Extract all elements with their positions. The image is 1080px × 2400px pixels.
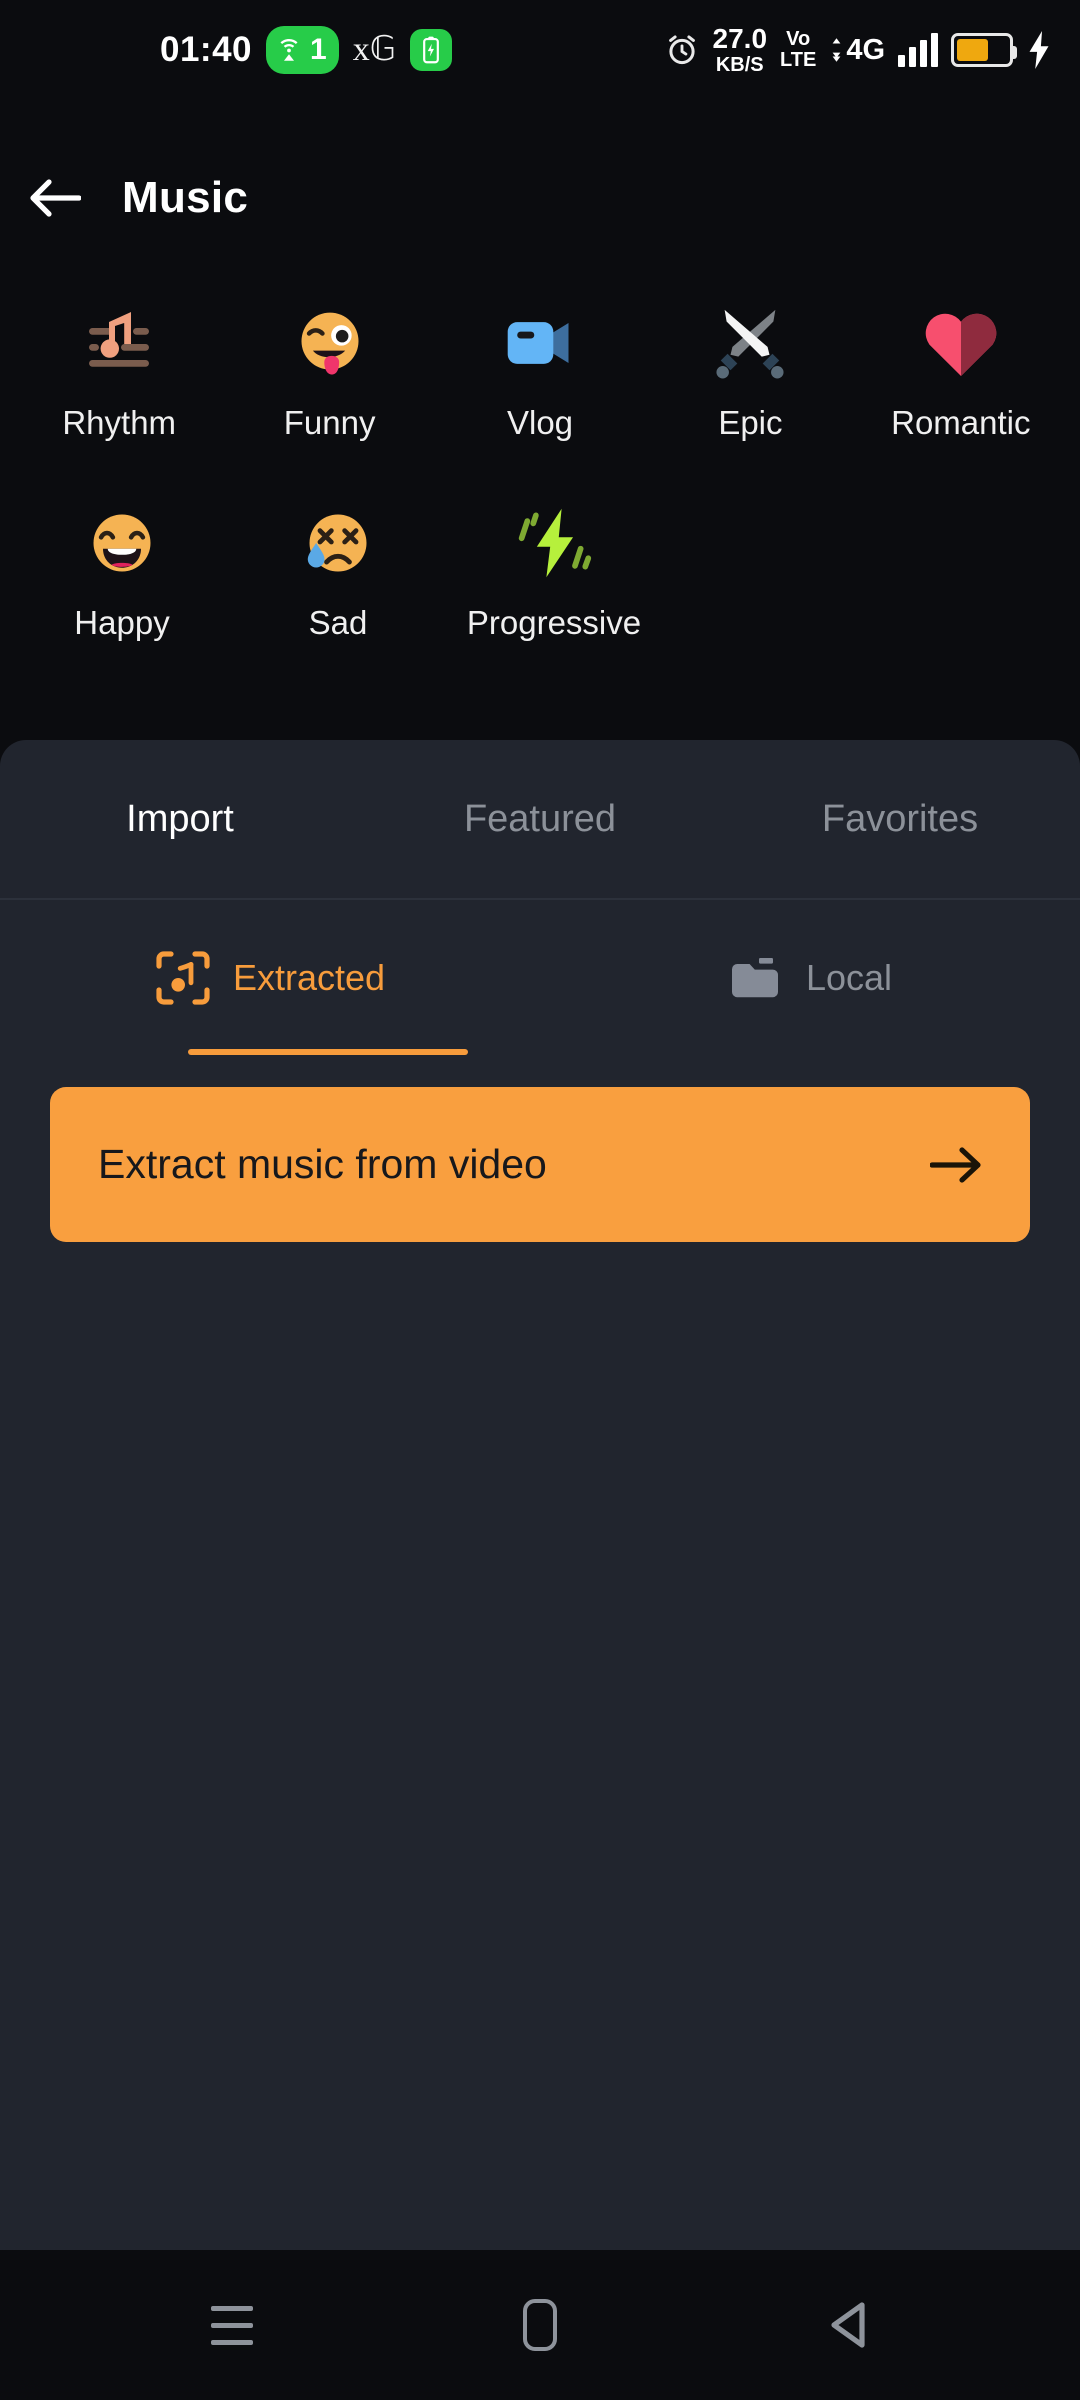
folder-icon [731,957,778,997]
home-button[interactable] [495,2280,585,2370]
app-bar: Music [0,150,1080,245]
battery-fill [957,39,988,61]
category-label: Happy [74,604,170,641]
category-grid: Rhythm Funny Vlog Epic Romantic Happy Sa… [0,280,1080,642]
funny-winking-tongue-emoji-icon [287,300,373,386]
romantic-glyph [925,313,997,376]
hotspot-count: 1 [310,33,327,66]
subtab-extracted[interactable]: Extracted [0,900,540,1055]
battery-icon [951,33,1017,67]
category-label: Epic [718,404,783,441]
system-navigation-bar [0,2250,1080,2400]
nav-back-button[interactable] [803,2280,893,2370]
network-speed: 27.0 KB/S [712,23,768,76]
status-bar-right: 27.0 KB/S Vo LTE 4G [664,25,1052,75]
tab-featured[interactable]: Featured [360,798,720,841]
network-speed-value: 27.0 [712,23,768,54]
category-epic[interactable]: Epic [645,280,855,442]
funny-glyph [301,312,359,375]
extract-music-from-video-button[interactable]: Extract music from video [50,1087,1030,1242]
network-speed-unit: KB/S [715,54,764,76]
home-icon [523,2299,557,2351]
extract-button-label: Extract music from video [98,1141,547,1187]
category-label: Rhythm [62,404,177,441]
charging-bolt-icon [1029,31,1049,69]
category-rhythm[interactable]: Rhythm [14,280,224,442]
wifi-hotspot-icon: 1 [266,26,339,74]
category-progressive[interactable]: Progressive [446,480,662,642]
category-sad[interactable]: Sad [230,480,446,642]
hotspot-glyph [280,38,298,61]
subtab-active-underline [188,1049,468,1055]
category-funny[interactable]: Funny [224,280,434,442]
rhythm-glyph [89,312,150,367]
status-bar: 01:40 1 x𝔾 27.0 KB/S Vo LTE 4G [0,0,1080,100]
category-row-2: Happy Sad Progressive [14,480,1066,642]
sad-glyph [307,514,367,572]
category-row-1: Rhythm Funny Vlog Epic Romantic [14,280,1066,442]
back-arrow-icon [30,178,81,217]
progressive-lightning-bolt-icon [511,500,597,586]
volte-top: Vo [786,28,811,50]
extracted-scan-music-icon [156,950,210,1005]
category-label: Progressive [466,604,642,641]
network-type-label: 4G [846,33,885,66]
category-happy[interactable]: Happy [14,480,230,642]
epic-crossed-swords-icon [707,300,793,386]
alarm-clock-icon [668,35,695,65]
volte-bottom: LTE [780,49,817,71]
page-title: Music [122,172,249,222]
category-label: Romantic [891,404,1031,441]
recents-menu-icon [211,2305,253,2345]
category-romantic[interactable]: Romantic [856,280,1066,442]
recents-button[interactable] [187,2280,277,2370]
content-panel: Import Featured Favorites Extracted Loca… [0,740,1080,2250]
arrow-right-icon [930,1146,981,1183]
rhythm-music-note-icon [76,300,162,386]
nav-back-triangle-icon [831,2302,865,2348]
vlog-glyph [507,322,569,364]
status-bar-left: 01:40 1 x𝔾 [0,26,453,74]
progressive-glyph [518,508,592,578]
happy-glyph [93,514,151,572]
network-type-indicator: 4G [829,33,885,66]
battery-saver-icon [410,29,453,71]
panel-tabs: Import Featured Favorites [0,740,1080,898]
tab-favorites[interactable]: Favorites [720,798,1080,841]
data-transfer-arrows-icon [832,38,841,62]
phone-screen: 01:40 1 x𝔾 27.0 KB/S Vo LTE 4G Music Rhy… [0,0,1080,2400]
vlog-video-camera-icon [497,300,583,386]
back-button[interactable] [0,175,110,221]
google-g-icon: x𝔾 [352,31,397,68]
romantic-heart-icon [918,300,1004,386]
category-label: Sad [308,604,368,641]
category-vlog[interactable]: Vlog [435,280,645,442]
subtab-label: Extracted [232,956,386,998]
happy-grinning-emoji-icon [79,500,165,586]
tab-import[interactable]: Import [0,798,360,841]
sad-crying-emoji-icon [295,500,381,586]
subtab-local[interactable]: Local [540,900,1080,1055]
subtab-label: Local [805,956,893,998]
volte-indicator: Vo LTE [780,29,816,71]
category-label: Funny [283,404,376,441]
status-time: 01:40 [160,30,253,69]
battery-saver-glyph [423,36,439,64]
category-label: Vlog [506,404,574,441]
epic-glyph [716,309,784,379]
panel-subtabs: Extracted Local [0,900,1080,1055]
signal-bars-icon [898,33,938,67]
